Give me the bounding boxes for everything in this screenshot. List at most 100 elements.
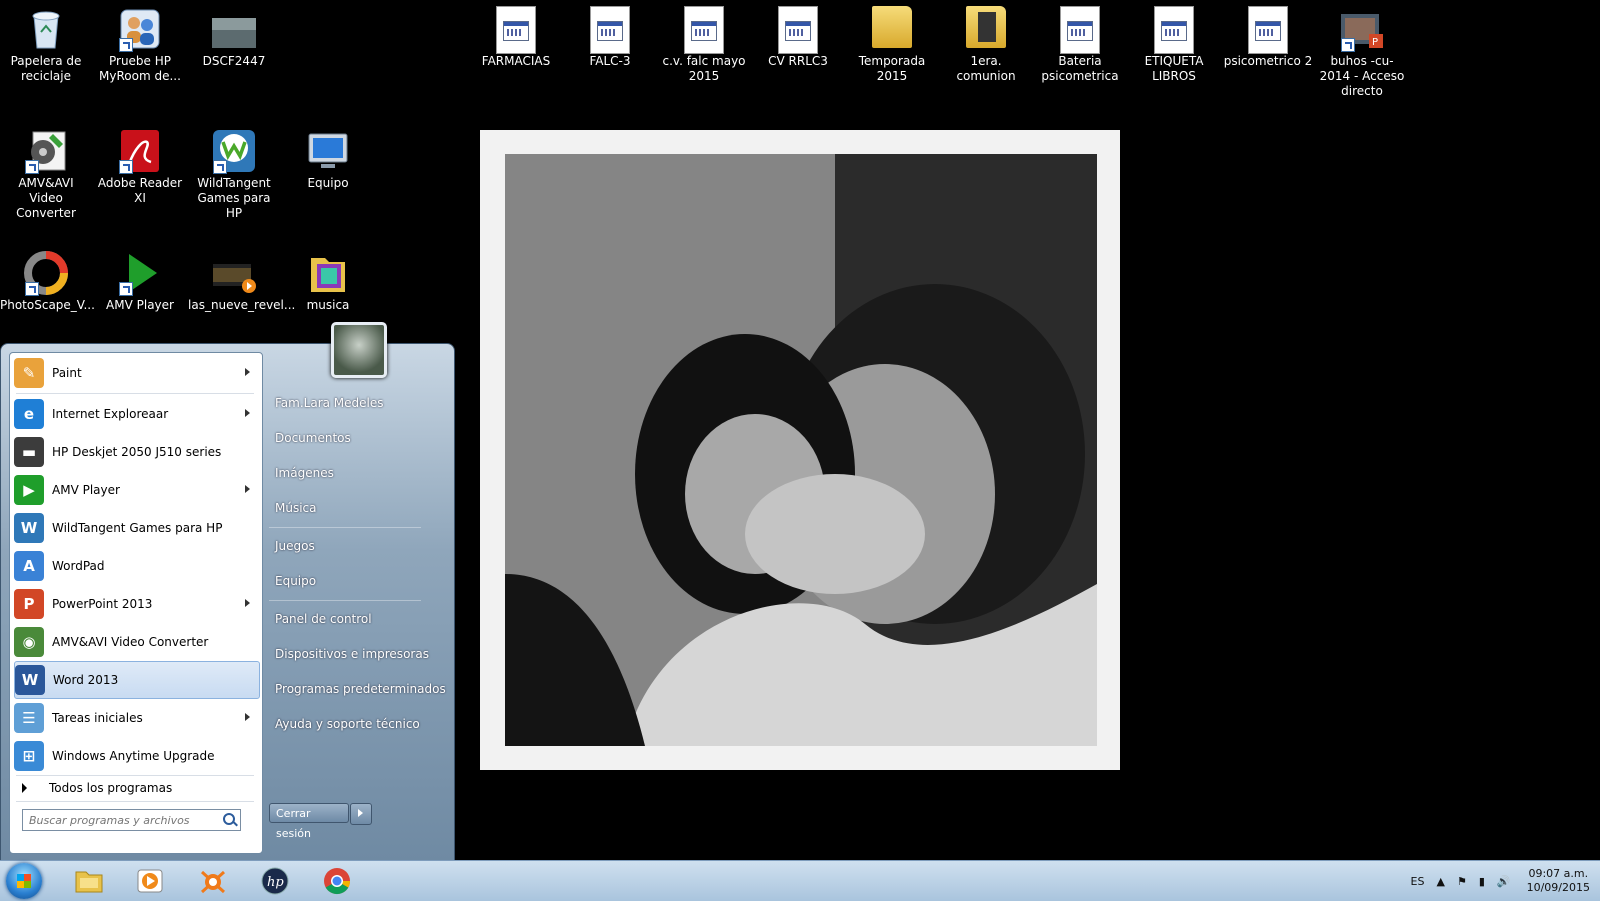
- submenu-arrow-icon[interactable]: [245, 368, 250, 376]
- program-label: Windows Anytime Upgrade: [52, 749, 215, 763]
- powerpoint-icon: P: [14, 589, 44, 619]
- photo-gadget[interactable]: [480, 130, 1120, 770]
- program-windows-anytime-upgrade[interactable]: ⊞ Windows Anytime Upgrade: [14, 738, 258, 774]
- desktop-icon-label: Temporada 2015: [858, 54, 926, 83]
- show-hidden-icons-icon[interactable]: ▲: [1436, 875, 1444, 888]
- program-label: AMV Player: [52, 483, 120, 497]
- wordpad-icon: A: [14, 551, 44, 581]
- desktop-icon-psicometrico-2[interactable]: psicometrico 2: [1222, 0, 1314, 69]
- media-player-taskbar-icon[interactable]: [135, 866, 165, 896]
- program-internet-explorer[interactable]: e Internet Exploreaar: [14, 396, 258, 432]
- program-label: WordPad: [52, 559, 105, 573]
- hp-taskbar-icon[interactable]: hp: [260, 866, 290, 896]
- clock[interactable]: 09:07 a.m. 10/09/2015: [1527, 867, 1590, 895]
- hp-myroom-icon: [117, 6, 163, 52]
- link-programas-predeterminados[interactable]: Programas predeterminados: [275, 682, 446, 696]
- desktop-icon-las-nueve-revel[interactable]: las_nueve_revel...: [188, 244, 296, 313]
- link-imagenes[interactable]: Imágenes: [275, 466, 334, 480]
- program-paint[interactable]: ✎ Paint: [14, 355, 258, 391]
- desktop-icon-label: Papelera de reciclaje: [10, 54, 82, 83]
- desktop-icon-photoscape[interactable]: PhotoScape_V...: [0, 244, 95, 313]
- desktop-icon-recycle-bin[interactable]: Papelera de reciclaje: [0, 0, 92, 84]
- submenu-arrow-icon[interactable]: [245, 599, 250, 607]
- program-amv-player[interactable]: ▶ AMV Player: [14, 472, 258, 508]
- link-dispositivos-impresoras[interactable]: Dispositivos e impresoras: [275, 647, 429, 661]
- desktop-icon-etiqueta-libros[interactable]: ETIQUETA LIBROS: [1128, 0, 1220, 84]
- program-video-converter[interactable]: ◉ AMV&AVI Video Converter: [14, 624, 258, 660]
- desktop-icon-cv-rrlc3[interactable]: CV RRLC3: [752, 0, 844, 69]
- wildtangent-icon: [211, 128, 257, 174]
- start-button[interactable]: [6, 863, 42, 899]
- program-powerpoint[interactable]: P PowerPoint 2013: [14, 586, 258, 622]
- link-juegos[interactable]: Juegos: [275, 539, 315, 553]
- program-label: AMV&AVI Video Converter: [52, 635, 209, 649]
- program-label: HP Deskjet 2050 J510 series: [52, 445, 222, 459]
- desktop-icon-label: ETIQUETA LIBROS: [1144, 54, 1204, 83]
- desktop-icon-farmacias[interactable]: FARMACIAS: [470, 0, 562, 69]
- link-ayuda-soporte[interactable]: Ayuda y soporte técnico: [275, 717, 420, 731]
- desktop-icon-buhos-shortcut[interactable]: P buhos -cu-2014 - Acceso directo: [1316, 0, 1408, 99]
- amv-player-icon: ▶: [14, 475, 44, 505]
- avast-taskbar-icon[interactable]: [198, 866, 228, 896]
- action-center-icon[interactable]: ⚑: [1457, 875, 1467, 888]
- desktop-icon-musica[interactable]: musica: [282, 244, 374, 313]
- link-equipo[interactable]: Equipo: [275, 574, 316, 588]
- search-icon[interactable]: [223, 813, 235, 825]
- desktop-icon-label: buhos -cu-2014 - Acceso directo: [1319, 54, 1405, 98]
- desktop-icon-bateria-psicometrica[interactable]: Bateria psicometrica: [1034, 0, 1126, 84]
- network-icon[interactable]: ▮: [1479, 875, 1485, 888]
- program-word[interactable]: W Word 2013: [14, 661, 260, 699]
- document-icon: [587, 6, 633, 54]
- all-programs-label: Todos los programas: [49, 781, 173, 795]
- program-wildtangent[interactable]: W WildTangent Games para HP: [14, 510, 258, 546]
- link-musica[interactable]: Música: [275, 501, 317, 515]
- photo-thumbnail-icon: [211, 6, 257, 52]
- volume-icon[interactable]: 🔊: [1497, 875, 1511, 888]
- desktop-icon-temporada-2015[interactable]: Temporada 2015: [846, 0, 938, 84]
- desktop-icon-label: psicometrico 2: [1223, 54, 1313, 68]
- desktop-icon-equipo[interactable]: Equipo: [282, 122, 374, 191]
- desktop-icon-dscf2447[interactable]: DSCF2447: [188, 0, 280, 69]
- taskbar: hp ES ▲ ⚑ ▮ 🔊 09:07 a.m. 10/09/2015: [0, 860, 1600, 901]
- shortcut-arrow-icon: [119, 160, 133, 174]
- search-input[interactable]: [27, 812, 216, 828]
- desktop-icon-video-converter[interactable]: AMV&AVI Video Converter: [0, 122, 92, 221]
- program-wordpad[interactable]: A WordPad: [14, 548, 258, 584]
- desktop-icon-label: FALC-3: [589, 54, 631, 68]
- explorer-taskbar-icon[interactable]: [74, 866, 104, 896]
- desktop-icon-falc-3[interactable]: FALC-3: [564, 0, 656, 69]
- desktop-icon-hp-myroom[interactable]: Pruebe HP MyRoom de...: [94, 0, 186, 84]
- desktop-icon-adobe-reader[interactable]: Adobe Reader XI: [94, 122, 186, 206]
- link-panel-de-control[interactable]: Panel de control: [275, 612, 372, 626]
- link-documentos[interactable]: Documentos: [275, 431, 351, 445]
- logoff-button[interactable]: Cerrar sesión: [269, 803, 349, 840]
- folder-music-icon: [305, 250, 351, 296]
- program-tareas-iniciales[interactable]: ☰ Tareas iniciales: [14, 700, 258, 736]
- submenu-arrow-icon[interactable]: [245, 713, 250, 721]
- video-converter-icon: [23, 128, 69, 174]
- submenu-arrow-icon[interactable]: [245, 485, 250, 493]
- adobe-reader-icon: [117, 128, 163, 174]
- search-box[interactable]: [22, 809, 241, 831]
- desktop-icon-cv-falc-mayo[interactable]: c.v. falc mayo 2015: [658, 0, 750, 84]
- program-hp-deskjet[interactable]: ▬ HP Deskjet 2050 J510 series: [14, 434, 258, 470]
- slideshow-photo: [505, 154, 1097, 746]
- desktop-icon-1era-comunion[interactable]: 1era. comunion: [940, 0, 1032, 84]
- chrome-taskbar-icon[interactable]: [322, 866, 352, 896]
- shutdown-options-button[interactable]: [350, 803, 372, 825]
- shortcut-arrow-icon: [1341, 38, 1355, 52]
- desktop-icon-label: c.v. falc mayo 2015: [662, 54, 746, 83]
- submenu-arrow-icon[interactable]: [245, 409, 250, 417]
- link-user-folder[interactable]: Fam.Lara Medeles: [275, 396, 384, 410]
- desktop-icon-amv-player[interactable]: AMV Player: [94, 244, 186, 313]
- desktop-icon-label: WildTangent Games para HP: [197, 176, 271, 220]
- recycle-bin-icon: [23, 6, 69, 52]
- separator: [16, 801, 254, 802]
- computer-icon: [305, 128, 351, 174]
- user-avatar[interactable]: [331, 322, 387, 378]
- desktop-icon-label: las_nueve_revel...: [188, 298, 296, 312]
- all-programs-button[interactable]: Todos los programas: [22, 781, 172, 795]
- separator: [269, 600, 421, 601]
- desktop-icon-wildtangent[interactable]: WildTangent Games para HP: [188, 122, 280, 221]
- language-indicator[interactable]: ES: [1411, 875, 1425, 888]
